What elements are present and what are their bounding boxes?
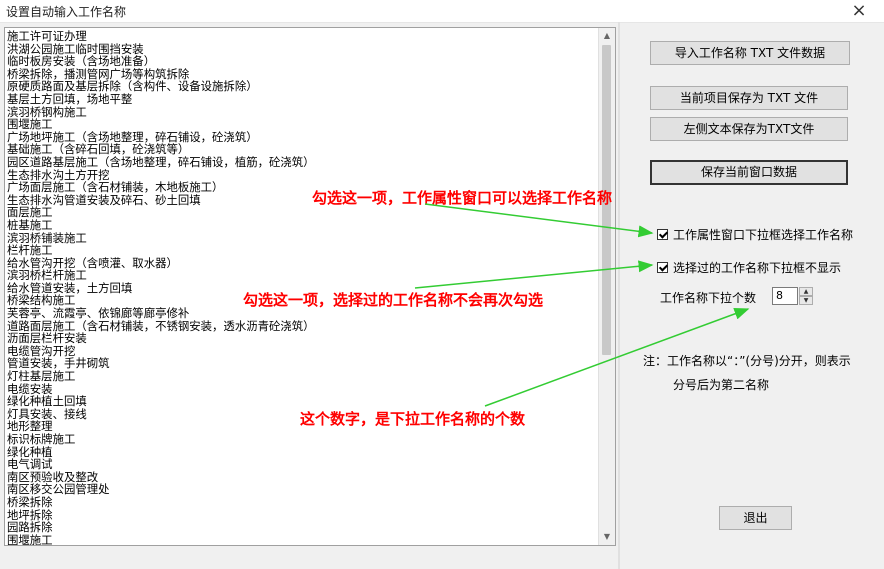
save-project-txt-button[interactable]: 当前项目保存为 TXT 文件 [650,86,848,110]
scroll-up-icon[interactable]: ▲ [599,28,615,44]
exit-button[interactable]: 退出 [719,506,792,530]
dropdown-select-checkbox[interactable]: 工作属性窗口下拉框选择工作名称 [657,226,853,243]
note-line-2: 分号后为第二名称 [673,378,770,392]
list-item: 临时板房安装（含场地准备） [7,54,156,69]
list-item: 南区移交公园管理处 [7,482,110,497]
list-item: 绿化种植土回填 [7,394,87,409]
panel-divider [618,22,620,569]
annotation-dropdown-count: 这个数字，是下拉工作名称的个数 [300,410,526,428]
dropdown-count-label: 工作名称下拉个数 [660,291,757,305]
hide-selected-checkbox[interactable]: 选择过的工作名称下拉框不显示 [657,259,841,276]
annotation-dropdown-select: 勾选这一项，工作属性窗口可以选择工作名称 [312,189,613,207]
list-item: 栏杆施工 [7,243,53,258]
list-item: 面层施工 [7,205,53,220]
list-item: 地坪拆除 [7,507,53,522]
list-item: 围堰施工 [7,532,53,546]
vertical-scrollbar[interactable]: ▲ ▼ [598,28,615,545]
list-item: 基层土方回填，场地平整 [7,91,133,106]
save-left-text-button[interactable]: 左侧文本保存为TXT文件 [650,117,848,141]
list-item: 绿化种植 [7,444,53,459]
list-item: 桥梁拆除 [7,494,53,509]
dropdown-count-input[interactable]: 8 [772,287,798,305]
checkbox-checked-icon[interactable] [657,229,668,240]
list-item: 沥面层栏杆安装 [7,331,87,346]
dropdown-count-stepper[interactable]: 8 ▲ ▼ [772,287,816,305]
list-item: 滨羽桥铺装施工 [7,230,87,245]
list-item: 滨羽桥钢构施工 [7,104,87,119]
list-item: 标识标牌施工 [7,432,76,446]
list-item: 园区道路基层施工（含场地整理，碎石铺设，植筋，砼浇筑） [7,154,315,169]
title-bar: 设置自动输入工作名称 × [0,0,884,23]
list-item: 电缆安装 [7,381,53,396]
list-item: 管道安装，手井砌筑 [7,356,110,371]
scroll-down-icon[interactable]: ▼ [599,529,615,545]
checkbox-checked-icon[interactable] [657,262,668,273]
list-item: 道路面层施工（含石材铺装，不锈钢安装，透水沥青砼浇筑） [7,318,315,333]
list-item: 围堰施工 [7,117,53,132]
list-item: 电气调试 [7,457,53,472]
annotation-hide-selected: 勾选这一项，选择过的工作名称不会再次勾选 [243,291,544,309]
list-item: 施工许可证办理 [7,29,87,43]
window-title: 设置自动输入工作名称 [6,5,127,19]
list-item: 滨羽桥栏杆施工 [7,268,87,283]
save-window-button[interactable]: 保存当前窗口数据 [650,160,848,185]
note-line-1: 注：工作名称以“：”(分号)分开，则表示 [643,354,851,368]
work-name-list: 施工许可证办理 洪湖公园施工临时围挡安装 临时板房安装（含场地准备） 桥梁拆除，播测管… [7,29,599,546]
close-icon[interactable]: × [846,1,872,21]
list-item: 桩基施工 [7,217,53,232]
hide-selected-label: 选择过的工作名称下拉框不显示 [673,261,842,275]
list-item: 给水管沟开挖（含喷灌、取水器） [7,255,178,270]
import-txt-button[interactable]: 导入工作名称 TXT 文件数据 [650,41,850,65]
work-name-textarea[interactable]: 施工许可证办理 洪湖公园施工临时围挡安装 临时板房安装（含场地准备） 桥梁拆除，播测管… [4,27,616,546]
stepper-up-icon[interactable]: ▲ [799,287,813,296]
list-item: 灯柱基层施工 [7,369,76,384]
dropdown-select-label: 工作属性窗口下拉框选择工作名称 [673,228,854,242]
list-item: 园路拆除 [7,520,53,535]
stepper-down-icon[interactable]: ▼ [799,296,813,305]
